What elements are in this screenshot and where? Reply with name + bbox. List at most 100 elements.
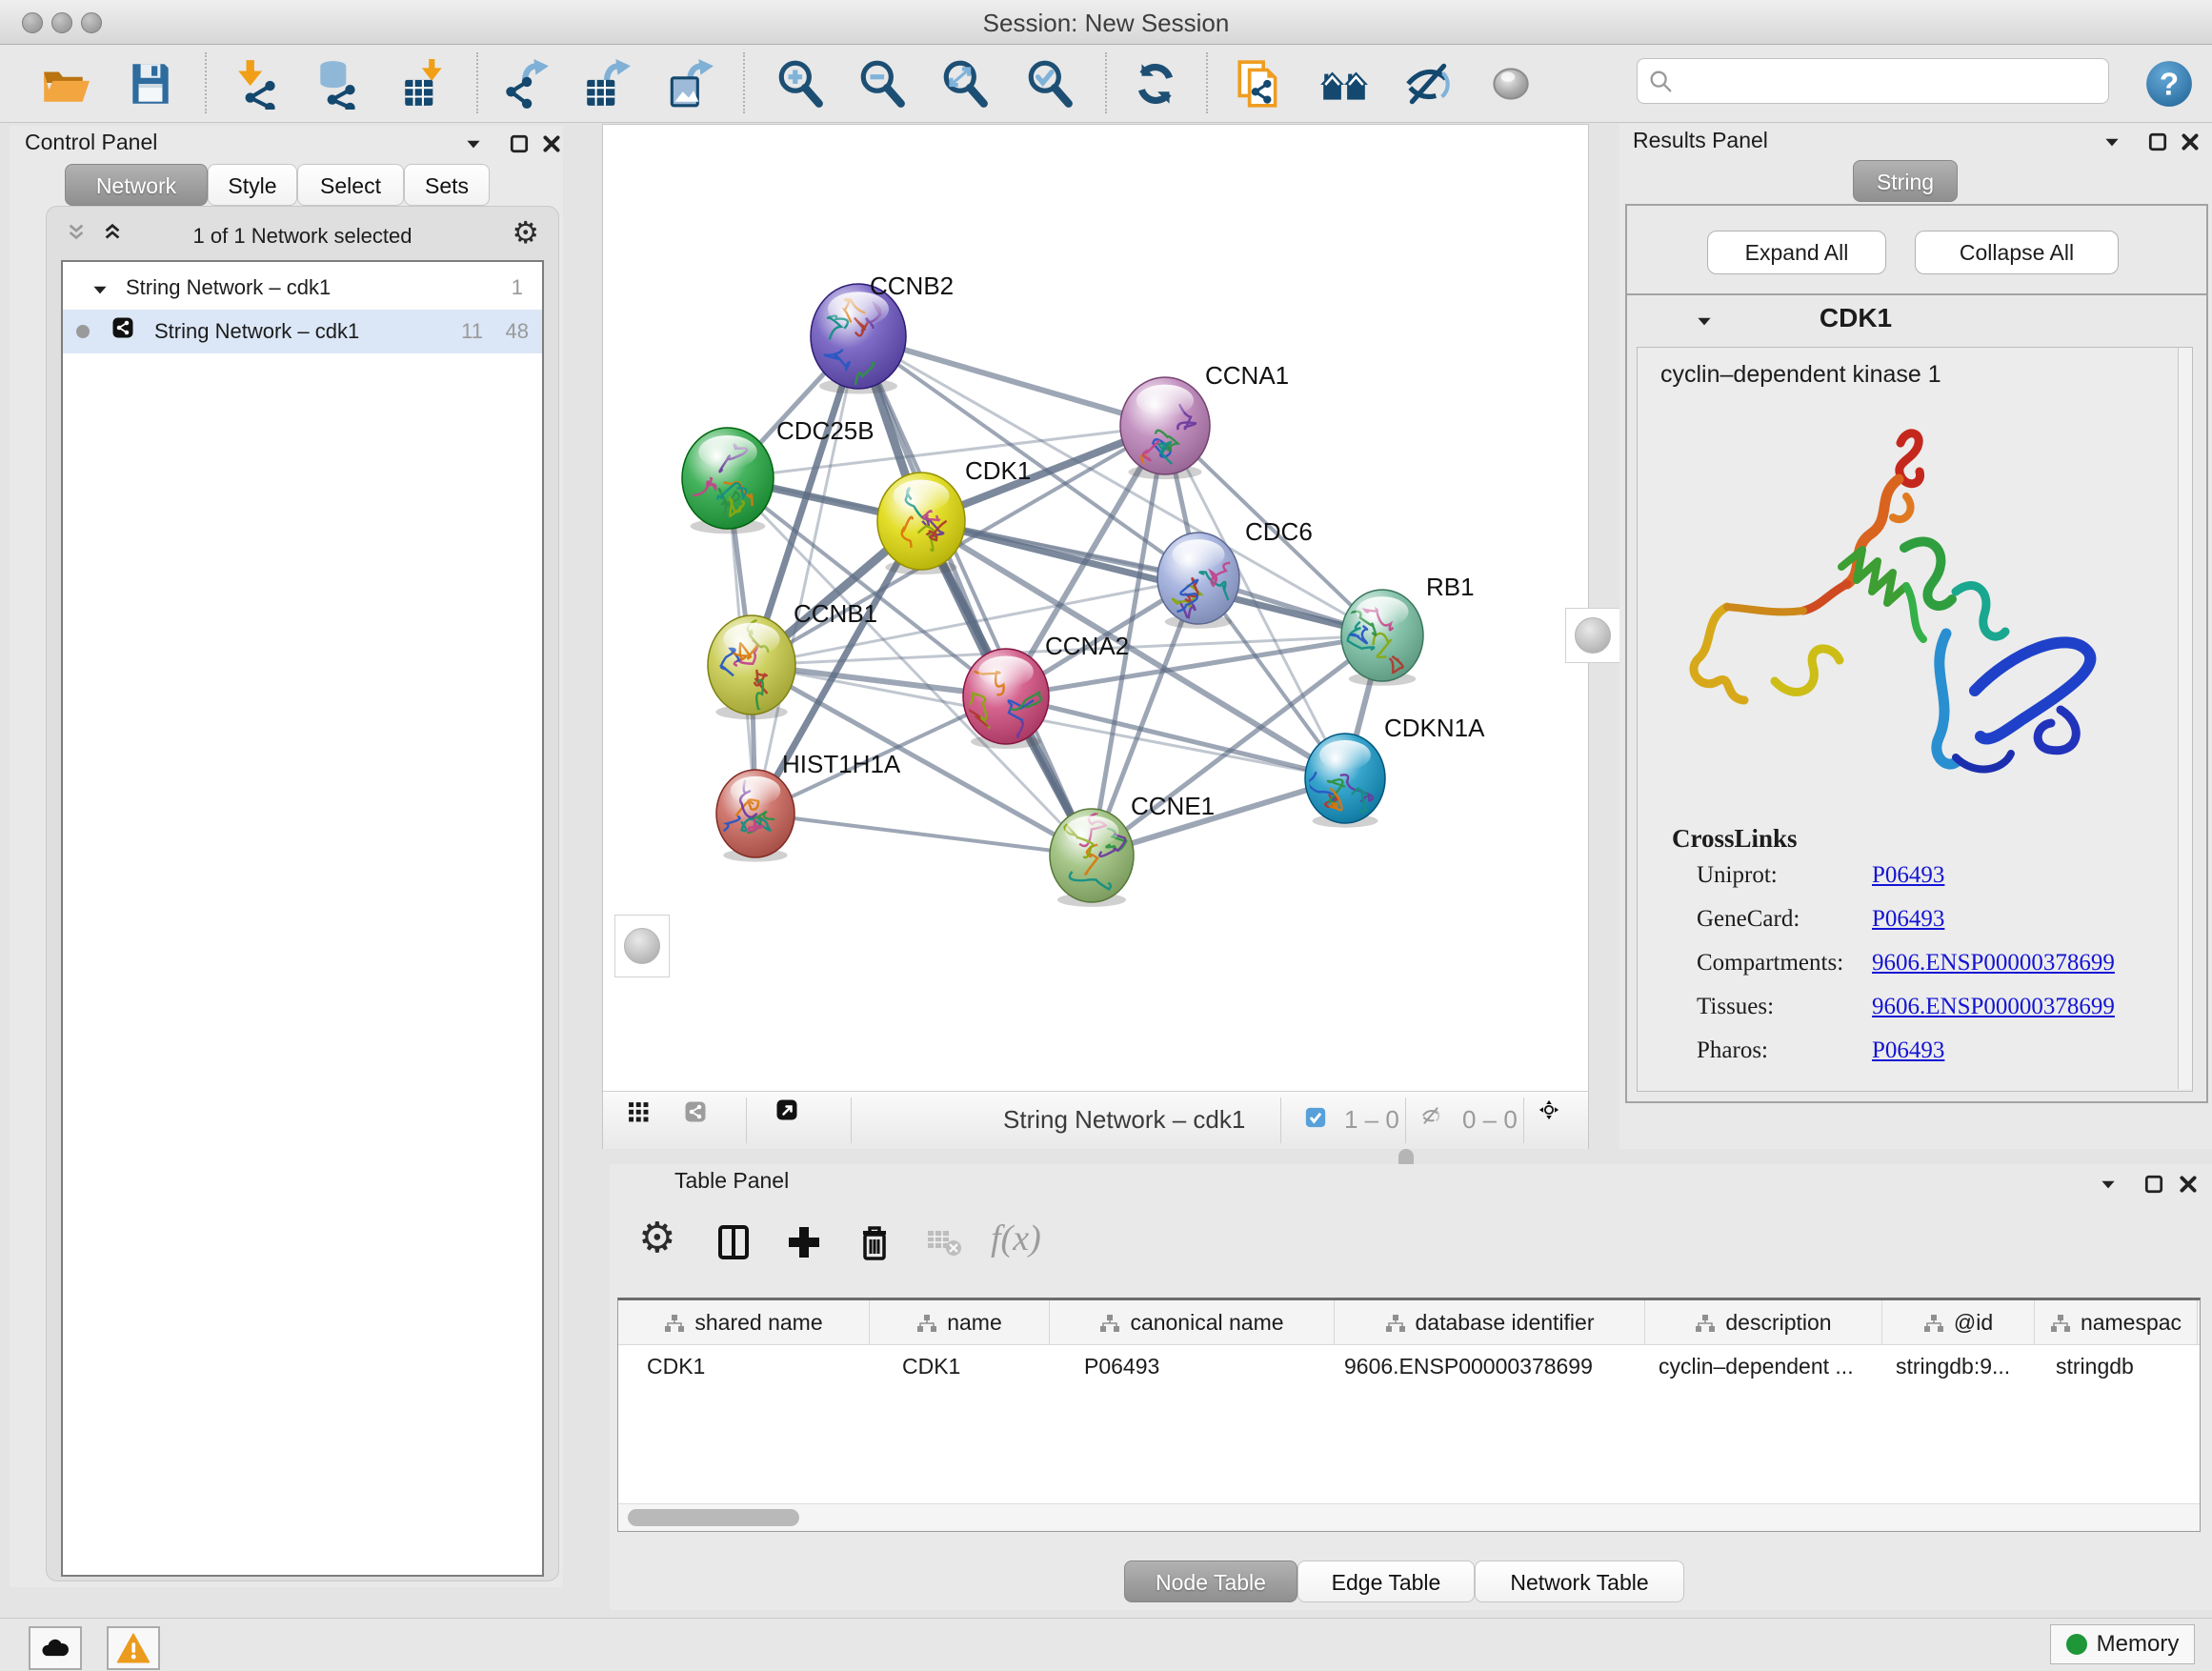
crosslink-link[interactable]: P06493	[1872, 906, 1944, 933]
table-row[interactable]: CDK1CDK1P064939606.ENSP00000378699cyclin…	[618, 1345, 2200, 1387]
network-node[interactable]	[682, 428, 774, 529]
network-node[interactable]	[1050, 809, 1134, 902]
network-node[interactable]	[877, 473, 965, 570]
scrollbar-thumb[interactable]	[628, 1509, 799, 1526]
collapse-entry-icon[interactable]	[1694, 311, 1715, 332]
network-node[interactable]	[1341, 590, 1423, 681]
node-table[interactable]: shared namenamecanonical namedatabase id…	[617, 1298, 2201, 1532]
warning-icon	[116, 1631, 151, 1665]
show-columns-icon[interactable]	[713, 1221, 754, 1263]
network-node[interactable]	[1120, 377, 1210, 478]
hide-selected-icon[interactable]	[1402, 58, 1454, 110]
birds-eye-crosshair-icon[interactable]	[1538, 1099, 1580, 1141]
cloud-status-button[interactable]	[29, 1626, 82, 1670]
close-panel-icon[interactable]	[541, 133, 562, 154]
add-column-icon[interactable]	[783, 1221, 825, 1263]
import-network-file-icon[interactable]	[232, 58, 284, 110]
crosslink-link[interactable]: 9606.ENSP00000378699	[1872, 994, 2115, 1020]
panel-menu-icon[interactable]	[2101, 131, 2122, 152]
close-panel-icon[interactable]	[2180, 131, 2201, 152]
tab-sets[interactable]: Sets	[404, 164, 490, 206]
tab-network-table[interactable]: Network Table	[1475, 1560, 1684, 1602]
expand-all-button[interactable]: Expand All	[1707, 231, 1886, 274]
table-horizontal-scrollbar[interactable]	[618, 1503, 2200, 1531]
table-cell[interactable]: CDK1	[618, 1345, 870, 1387]
panel-menu-icon[interactable]	[463, 133, 484, 154]
refresh-icon[interactable]	[1130, 58, 1181, 110]
column-header-namespac[interactable]: namespac	[2035, 1300, 2198, 1344]
float-panel-icon[interactable]	[2143, 1174, 2164, 1195]
import-network-database-icon[interactable]	[312, 58, 364, 110]
zoom-fit-icon[interactable]	[939, 58, 991, 110]
network-node[interactable]	[708, 615, 795, 722]
tab-edge-table[interactable]: Edge Table	[1297, 1560, 1475, 1602]
delete-column-icon[interactable]	[854, 1221, 895, 1263]
float-panel-icon[interactable]	[509, 133, 530, 154]
table-cell[interactable]: stringdb	[2035, 1345, 2198, 1387]
table-cell[interactable]: 9606.ENSP00000378699	[1335, 1345, 1645, 1387]
export-image-icon[interactable]	[664, 58, 715, 110]
save-session-icon[interactable]	[125, 58, 176, 110]
show-graphics-icon[interactable]	[1485, 58, 1537, 110]
crosslink-link[interactable]: P06493	[1872, 1037, 1944, 1064]
export-table-icon[interactable]	[581, 58, 633, 110]
import-table-icon[interactable]	[399, 58, 451, 110]
export-network-icon[interactable]	[499, 58, 551, 110]
column-header-name[interactable]: name	[870, 1300, 1050, 1344]
open-session-icon[interactable]	[39, 58, 90, 110]
help-icon[interactable]: ?	[2143, 58, 2195, 110]
float-panel-icon[interactable]	[2147, 131, 2168, 152]
table-cell[interactable]: stringdb:9...	[1882, 1345, 2035, 1387]
tab-style[interactable]: Style	[208, 164, 297, 206]
warning-status-button[interactable]	[107, 1626, 160, 1670]
collection-expand-icon[interactable]	[90, 279, 107, 296]
zoom-out-icon[interactable]	[856, 58, 908, 110]
crosslink-link[interactable]: P06493	[1872, 862, 1944, 889]
network-row-selected[interactable]: String Network – cdk1 11 48	[63, 310, 542, 353]
tab-string[interactable]: String	[1853, 160, 1958, 202]
zoom-in-icon[interactable]	[774, 58, 826, 110]
network-collection-row[interactable]: String Network – cdk1 1	[63, 266, 542, 310]
grid-view-icon[interactable]	[628, 1101, 666, 1139]
first-neighbors-icon[interactable]	[1318, 58, 1370, 110]
toolbar-separator	[743, 52, 745, 113]
memory-button[interactable]: Memory	[2050, 1624, 2195, 1664]
table-options-gear-icon[interactable]: ⚙	[638, 1214, 675, 1262]
column-header-database-identifier[interactable]: database identifier	[1335, 1300, 1645, 1344]
results-actions-box: Expand All Collapse All	[1625, 204, 2208, 297]
tab-network[interactable]: Network	[65, 164, 208, 206]
node-label: CCNB2	[870, 272, 954, 300]
right-splitter-handle[interactable]	[1565, 608, 1620, 663]
zoom-selected-icon[interactable]	[1024, 58, 1076, 110]
tab-select[interactable]: Select	[297, 164, 404, 206]
function-builder-icon: f(x)	[991, 1218, 1041, 1259]
network-canvas[interactable]: CCNB2CCNA1CDC25BCDK1CDC6RB1CCNB1CCNA2CDK…	[603, 125, 1588, 1091]
network-node[interactable]	[1157, 533, 1239, 624]
close-panel-icon[interactable]	[2178, 1174, 2199, 1195]
crosslink-row: Tissues:9606.ENSP00000378699	[1638, 994, 2192, 1037]
network-node[interactable]	[1305, 734, 1385, 823]
search-input[interactable]	[1637, 58, 2109, 104]
table-cell[interactable]: CDK1	[870, 1345, 1050, 1387]
network-options-gear-icon[interactable]: ⚙	[512, 214, 539, 251]
collapse-all-button[interactable]: Collapse All	[1915, 231, 2119, 274]
column-header-canonical-name[interactable]: canonical name	[1050, 1300, 1335, 1344]
clone-network-icon[interactable]	[1234, 58, 1285, 110]
search-field[interactable]	[1679, 63, 2102, 97]
network-node[interactable]	[707, 770, 794, 857]
panel-menu-icon[interactable]	[2098, 1174, 2119, 1195]
table-cell[interactable]: cyclin–dependent ...	[1645, 1345, 1882, 1387]
results-scrollbar[interactable]	[2178, 348, 2192, 1089]
crosslink-link[interactable]: 9606.ENSP00000378699	[1872, 950, 2115, 976]
table-cell[interactable]: P06493	[1050, 1345, 1335, 1387]
hidden-eye-icon[interactable]	[1420, 1105, 1453, 1137]
column-header-shared-name[interactable]: shared name	[618, 1300, 870, 1344]
left-splitter-handle[interactable]	[614, 915, 670, 977]
tab-node-table[interactable]: Node Table	[1124, 1560, 1297, 1602]
detach-view-icon[interactable]	[776, 1099, 818, 1141]
toolbar-separator	[1105, 52, 1107, 113]
column-header--id[interactable]: @id	[1882, 1300, 2035, 1344]
network-overview-share-icon[interactable]	[685, 1101, 723, 1139]
selected-checkbox-icon[interactable]	[1305, 1107, 1332, 1134]
column-header-description[interactable]: description	[1645, 1300, 1882, 1344]
